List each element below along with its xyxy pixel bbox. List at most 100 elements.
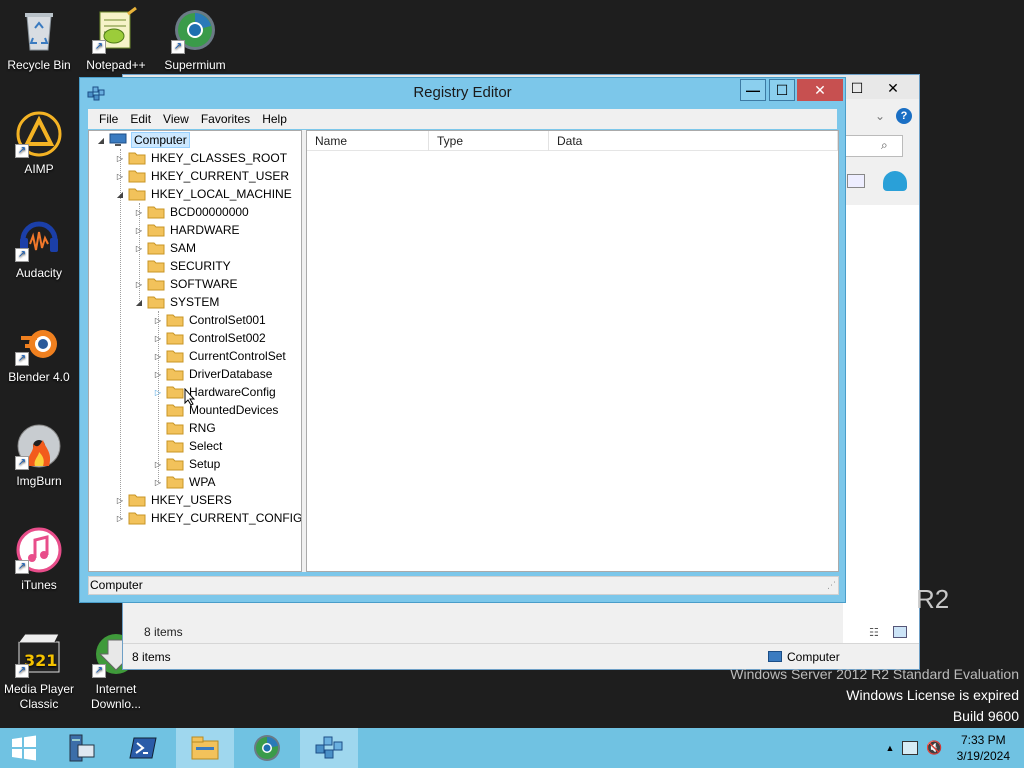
taskbar-powershell[interactable] (114, 728, 172, 768)
desktop-icon-label: Supermium (164, 58, 226, 72)
desktop-icon-media-player-classic[interactable]: 321 ↗ Media Player Classic (1, 630, 77, 712)
system-tray: ▲ 🔇 7:33 PM 3/19/2024 (886, 728, 1011, 768)
folder-icon (166, 385, 184, 399)
tree-item-controlset001[interactable]: ▷ ControlSet001 (152, 311, 267, 329)
menu-bar: File Edit View Favorites Help (88, 109, 837, 129)
menu-view[interactable]: View (157, 112, 195, 126)
desktop-icon-blender[interactable]: ↗ Blender 4.0 (1, 318, 77, 385)
desktop-icon-label: Media Player Classic (3, 682, 75, 711)
background-search-box[interactable] (843, 135, 903, 157)
menu-help[interactable]: Help (256, 112, 293, 126)
registry-values-pane[interactable]: Name Type Data (306, 130, 839, 572)
menu-favorites[interactable]: Favorites (195, 112, 256, 126)
tree-item-mounteddevices[interactable]: MountedDevices (152, 401, 279, 419)
taskbar-registry-editor[interactable] (300, 728, 358, 768)
tree-item-sam[interactable]: ▷ SAM (133, 239, 197, 257)
tree-item-hkey-current-user[interactable]: ▷ HKEY_CURRENT_USER (114, 167, 290, 185)
taskbar-supermium[interactable] (238, 728, 296, 768)
tree-item-hkey-classes-root[interactable]: ▷ HKEY_CLASSES_ROOT (114, 149, 288, 167)
collapse-arrow-icon[interactable]: ◢ (95, 131, 107, 149)
column-header-name[interactable]: Name (307, 131, 429, 151)
expand-arrow-icon[interactable]: ▷ (114, 149, 126, 167)
background-details-view-icon[interactable]: ☷ (869, 626, 879, 639)
desktop-icon-itunes[interactable]: ↗ iTunes (1, 526, 77, 593)
tree-label: Setup (189, 457, 221, 471)
background-large-icons-view-icon[interactable] (893, 626, 907, 638)
tree-item-hkey-current-config[interactable]: ▷ HKEY_CURRENT_CONFIG (114, 509, 302, 527)
tree-item-rng[interactable]: RNG (152, 419, 217, 437)
expand-arrow-icon[interactable]: ▷ (152, 311, 164, 329)
desktop-icon-recycle-bin[interactable]: Recycle Bin (1, 6, 77, 73)
show-hidden-icons-button[interactable]: ▲ (886, 743, 895, 753)
expand-arrow-icon[interactable]: ▷ (133, 275, 145, 293)
tree-item-software[interactable]: ▷ SOFTWARE (133, 275, 239, 293)
tree-item-driverdatabase[interactable]: ▷ DriverDatabase (152, 365, 273, 383)
background-search-icon[interactable]: ⌕ (881, 138, 888, 153)
background-help-icon[interactable]: ? (896, 108, 912, 124)
tree-label: HKEY_USERS (151, 493, 232, 507)
maximize-button[interactable]: ☐ (769, 79, 795, 101)
expand-arrow-icon[interactable]: ▷ (152, 329, 164, 347)
tree-item-bcd00000000[interactable]: ▷ BCD00000000 (133, 203, 250, 221)
registry-editor-titlebar[interactable]: Registry Editor — ☐ ✕ (80, 78, 845, 108)
tree-item-hardwareconfig[interactable]: ▷ HardwareConfig (152, 383, 277, 401)
desktop-icon-aimp[interactable]: ↗ AIMP (1, 110, 77, 177)
expand-arrow-icon[interactable]: ▷ (114, 509, 126, 527)
menu-edit[interactable]: Edit (124, 112, 157, 126)
supermium-icon (254, 735, 280, 761)
menu-file[interactable]: File (93, 112, 124, 126)
expand-arrow-icon[interactable]: ▷ (114, 167, 126, 185)
tree-item-currentcontrolset[interactable]: ▷ CurrentControlSet (152, 347, 287, 365)
expand-arrow-icon[interactable]: ▷ (114, 491, 126, 509)
tree-item-controlset002[interactable]: ▷ ControlSet002 (152, 329, 267, 347)
tree-item-hkey-users[interactable]: ▷ HKEY_USERS (114, 491, 233, 509)
expand-arrow-icon[interactable]: ▷ (152, 455, 164, 473)
tree-item-select[interactable]: Select (152, 437, 223, 455)
registry-editor-icon (315, 736, 343, 759)
registry-editor-window[interactable]: Registry Editor — ☐ ✕ File Edit View Fav… (79, 77, 846, 603)
column-header-type[interactable]: Type (429, 131, 549, 151)
registry-tree-pane[interactable]: ◢ Computer ▷ HKEY_CLASSES_ROOT ▷ HKEY_CU… (88, 130, 302, 572)
start-button[interactable] (0, 728, 48, 768)
desktop-icon-supermium[interactable]: ↗ Supermium (157, 6, 233, 73)
desktop-icon-notepad-plus-plus[interactable]: ↗ Notepad++ (78, 6, 154, 73)
expand-arrow-icon[interactable]: ▷ (133, 203, 145, 221)
expand-arrow-icon[interactable]: ▷ (133, 239, 145, 257)
background-status-count: 8 items (144, 625, 183, 639)
tree-item-security[interactable]: SECURITY (133, 257, 232, 275)
background-view-icon[interactable] (847, 174, 865, 188)
tree-label: HKEY_CURRENT_CONFIG (151, 511, 302, 525)
resize-grip-icon[interactable]: ⋰ (827, 577, 836, 594)
volume-muted-icon[interactable]: 🔇 (926, 740, 942, 756)
tree-item-system[interactable]: ◢ SYSTEM (133, 293, 220, 311)
background-close-button[interactable]: ✕ (879, 78, 907, 98)
tree-label: MountedDevices (189, 403, 279, 417)
network-icon[interactable] (902, 741, 919, 755)
tree-item-hkey-local-machine[interactable]: ◢ HKEY_LOCAL_MACHINE (114, 185, 293, 203)
expand-arrow-icon[interactable]: ▷ (133, 221, 145, 239)
column-header-data[interactable]: Data (549, 131, 838, 151)
taskbar-file-explorer[interactable] (176, 728, 234, 768)
desktop-icon-audacity[interactable]: ↗ Audacity (1, 214, 77, 281)
background-maximize-button[interactable]: ☐ (843, 78, 871, 98)
expand-arrow-icon[interactable]: ▷ (152, 365, 164, 383)
folder-icon (166, 403, 184, 417)
expand-arrow-icon[interactable]: ▷ (152, 383, 164, 401)
background-chevron-down-icon[interactable]: ⌄ (875, 109, 885, 123)
close-button[interactable]: ✕ (797, 79, 843, 101)
clock[interactable]: 7:33 PM 3/19/2024 (957, 732, 1010, 764)
expand-arrow-icon[interactable]: ▷ (152, 347, 164, 365)
desktop-icon-imgburn[interactable]: ↗ ImgBurn (1, 422, 77, 489)
collapse-arrow-icon[interactable]: ◢ (114, 185, 126, 203)
minimize-button[interactable]: — (740, 79, 766, 101)
recycle-bin-icon (15, 6, 63, 54)
collapse-arrow-icon[interactable]: ◢ (133, 293, 145, 311)
tree-item-setup[interactable]: ▷ Setup (152, 455, 221, 473)
background-shell-icon[interactable] (883, 171, 907, 191)
tree-item-computer[interactable]: ◢ Computer (95, 131, 190, 149)
tree-item-wpa[interactable]: ▷ WPA (152, 473, 216, 491)
expand-arrow-icon[interactable]: ▷ (152, 473, 164, 491)
tree-item-hardware[interactable]: ▷ HARDWARE (133, 221, 241, 239)
taskbar-server-manager[interactable] (52, 728, 110, 768)
